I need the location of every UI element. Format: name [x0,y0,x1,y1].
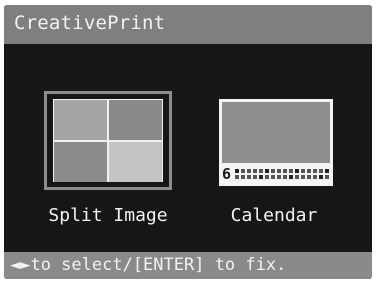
split-image-option[interactable]: Split Image [38,91,178,231]
calendar-day-dot [319,169,323,173]
calendar-day-dot [247,169,251,173]
calendar-frame: 6 [210,91,338,190]
printer-screen: CreativePrint Split Image 6 Calendar ◄►t… [4,5,372,279]
calendar-day-dot [283,169,287,173]
calendar-day-dot [253,169,257,173]
calendar-label: Calendar [230,205,318,226]
calendar-thumbnail: 6 [219,99,333,186]
page-title: CreativePrint [14,12,166,34]
calendar-day-dot [235,169,239,173]
calendar-day-dot [235,175,239,179]
calendar-day-dot [325,169,329,173]
calendar-day-dot [325,175,329,179]
calendar-day-dot [307,169,311,173]
calendar-day-dot [259,175,263,179]
calendar-day-dot [301,175,305,179]
calendar-day-dot [295,175,299,179]
calendar-day-dot [307,175,311,179]
selection-frame [44,91,172,190]
calendar-day-dot [241,169,245,173]
title-bar: CreativePrint [4,5,372,44]
calendar-day-dot [265,169,269,173]
split-image-label: Split Image [48,205,168,226]
split-cell-bottom-right [109,142,162,182]
calendar-day-dot [289,175,293,179]
calendar-photo-area [222,102,330,163]
calendar-day-dot [295,169,299,173]
split-image-thumbnail [53,99,163,182]
split-cell-top-right [109,100,162,140]
calendar-month-number: 6 [222,165,232,183]
calendar-day-dot [289,169,293,173]
hint-text: ◄►to select/[ENTER] to fix. [10,255,287,275]
calendar-day-dot [313,169,317,173]
calendar-option[interactable]: 6 Calendar [204,91,344,231]
calendar-days-grid [235,169,329,180]
calendar-day-dot [319,175,323,179]
calendar-day-dot [301,169,305,173]
calendar-day-dot [313,175,317,179]
split-cell-bottom-left [54,142,107,182]
calendar-day-dot [253,175,257,179]
calendar-day-dot [271,169,275,173]
split-cell-top-left [54,100,107,140]
calendar-day-dot [259,169,263,173]
calendar-day-dot [277,169,281,173]
calendar-day-dot [247,175,251,179]
calendar-day-dot [265,175,269,179]
calendar-day-dot [271,175,275,179]
calendar-day-dot [283,175,287,179]
hint-bar: ◄►to select/[ENTER] to fix. [4,252,372,279]
calendar-day-dot [277,175,281,179]
calendar-day-dot [241,175,245,179]
